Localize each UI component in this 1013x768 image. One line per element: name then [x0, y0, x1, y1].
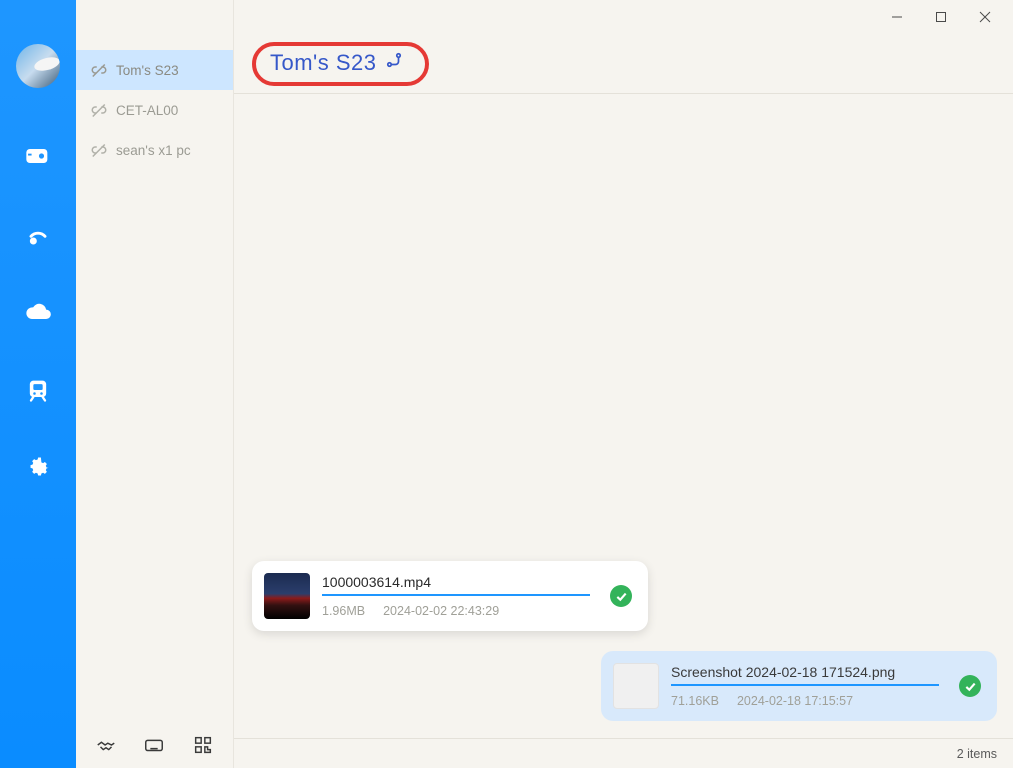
- device-item-seans-x1-pc[interactable]: sean's x1 pc: [76, 130, 233, 170]
- window-close-button[interactable]: [965, 2, 1005, 32]
- keyboard-icon[interactable]: [143, 734, 165, 761]
- header: Tom's S23: [234, 34, 1013, 94]
- link-off-icon: [90, 141, 108, 159]
- link-off-icon: [90, 61, 108, 79]
- file-name: 1000003614.mp4: [322, 574, 590, 596]
- camera-icon[interactable]: [22, 140, 54, 172]
- check-icon: [610, 585, 632, 607]
- image-thumbnail: [613, 663, 659, 709]
- device-tools: [76, 726, 233, 768]
- link-off-icon: [90, 101, 108, 119]
- file-size: 1.96MB: [322, 604, 365, 618]
- radar-icon[interactable]: [22, 218, 54, 250]
- messages-area: 1000003614.mp4 1.96MB 2024-02-02 22:43:2…: [234, 94, 1013, 738]
- transit-icon[interactable]: [22, 374, 54, 406]
- avatar[interactable]: [16, 44, 60, 88]
- device-item-toms-s23[interactable]: Tom's S23: [76, 50, 233, 90]
- item-count: 2 items: [957, 747, 997, 761]
- file-name: Screenshot 2024-02-18 171524.png: [671, 664, 939, 686]
- device-title: Tom's S23: [270, 50, 377, 76]
- gear-icon[interactable]: [22, 452, 54, 484]
- window-titlebar: [234, 0, 1013, 34]
- window-minimize-button[interactable]: [877, 2, 917, 32]
- route-icon: [385, 51, 403, 74]
- file-bubble-incoming[interactable]: 1000003614.mp4 1.96MB 2024-02-02 22:43:2…: [252, 561, 648, 631]
- window-maximize-button[interactable]: [921, 2, 961, 32]
- device-label: CET-AL00: [116, 103, 178, 118]
- device-item-cet-al00[interactable]: CET-AL00: [76, 90, 233, 130]
- nav-rail: [0, 0, 76, 768]
- file-size: 71.16KB: [671, 694, 719, 708]
- file-bubble-outgoing[interactable]: Screenshot 2024-02-18 171524.png 71.16KB…: [601, 651, 997, 721]
- device-list: Tom's S23 CET-AL00 sean's x1 pc: [76, 0, 234, 768]
- device-label: Tom's S23: [116, 63, 179, 78]
- check-icon: [959, 675, 981, 697]
- cloud-icon[interactable]: [22, 296, 54, 328]
- device-label: sean's x1 pc: [116, 143, 191, 158]
- status-bar: 2 items: [234, 738, 1013, 768]
- file-time: 2024-02-02 22:43:29: [383, 604, 499, 618]
- handshake-icon[interactable]: [95, 734, 117, 761]
- qr-icon[interactable]: [192, 734, 214, 761]
- video-thumbnail: [264, 573, 310, 619]
- main-panel: Tom's S23 1000003614.mp4 1.96MB 2024-02-…: [234, 0, 1013, 768]
- device-title-highlight: Tom's S23: [252, 42, 429, 86]
- file-time: 2024-02-18 17:15:57: [737, 694, 853, 708]
